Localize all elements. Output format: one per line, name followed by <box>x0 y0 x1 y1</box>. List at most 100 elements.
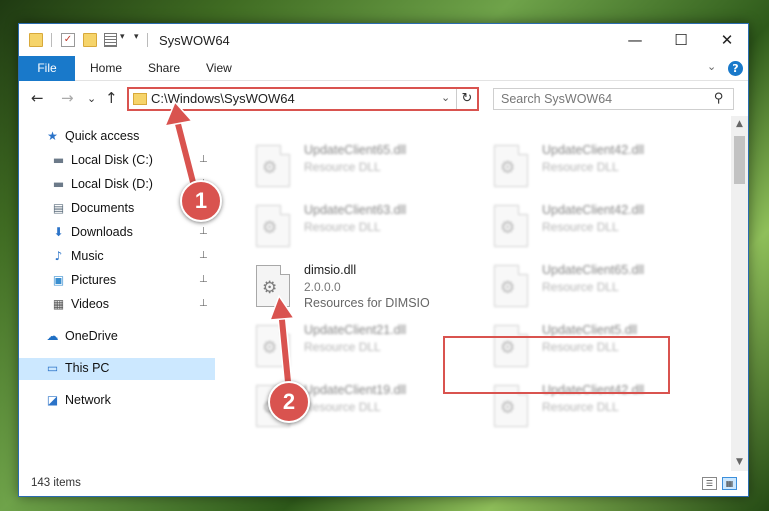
file-name: UpdateClient19.dll <box>304 383 407 397</box>
file-item[interactable]: ⚙ UpdateClient65.dll Resource DLL <box>482 260 712 316</box>
tab-share[interactable]: Share <box>148 56 180 81</box>
folder-icon <box>133 93 147 105</box>
tab-file[interactable]: File <box>19 56 75 81</box>
address-path[interactable]: C:\Windows\SysWOW64 <box>151 91 295 106</box>
sidebar-item-label: Local Disk (D:) <box>71 177 153 191</box>
sidebar-item[interactable]: ★ Quick access <box>19 126 215 148</box>
sidebar-item[interactable]: ▬ Local Disk (C:) ⊥ <box>19 150 215 172</box>
sidebar-item[interactable]: ☁ OneDrive <box>19 326 215 348</box>
title-divider <box>147 33 148 47</box>
file-item[interactable]: ⚙ UpdateClient63.dll Resource DLL <box>244 200 474 256</box>
file-description: Resources for DIMSIO <box>304 296 430 310</box>
file-name: UpdateClient42.dll <box>542 203 645 217</box>
step-1-badge: 1 <box>180 180 222 222</box>
recent-locations-button[interactable]: ⌄ <box>87 92 96 105</box>
search-placeholder: Search SysWOW64 <box>501 92 613 106</box>
up-button[interactable]: ↑ <box>105 89 118 107</box>
gear-icon: ⚙ <box>262 338 278 358</box>
download-icon: ⬇ <box>53 225 64 239</box>
highlight-box <box>443 336 670 394</box>
sidebar-item[interactable]: ▣ Pictures ⊥ <box>19 270 215 292</box>
refresh-button[interactable]: ↻ <box>456 89 477 109</box>
cloud-icon: ☁ <box>46 329 59 343</box>
tab-home[interactable]: Home <box>90 56 122 81</box>
computer-icon: ▭ <box>46 361 59 375</box>
address-bar[interactable]: C:\Windows\SysWOW64 ⌄ ↻ <box>127 87 479 111</box>
sidebar-item[interactable]: ♪ Music ⊥ <box>19 246 215 268</box>
tab-view[interactable]: View <box>206 56 232 81</box>
file-item[interactable]: ⚙ UpdateClient21.dll Resource DLL <box>244 320 474 376</box>
file-name: UpdateClient65.dll <box>304 143 407 157</box>
pin-icon[interactable]: ⊥ <box>199 226 208 237</box>
file-description: Resource DLL <box>304 220 381 234</box>
sidebar-item-label: This PC <box>65 361 110 375</box>
gear-icon: ⚙ <box>500 278 516 298</box>
sidebar-item[interactable]: ▭ This PC <box>19 358 215 380</box>
pin-icon[interactable]: ⊥ <box>199 250 208 261</box>
file-description: Resource DLL <box>542 160 619 174</box>
minimize-button[interactable]: — <box>612 24 658 56</box>
file-explorer-window: ✓ ▾ ▾ SysWOW64 — ☐ ✕ File Home Share Vie… <box>18 23 749 497</box>
gear-icon: ⚙ <box>500 218 516 238</box>
music-icon: ♪ <box>54 249 63 263</box>
search-icon[interactable]: ⚲ <box>714 91 724 106</box>
sidebar-item-label: Pictures <box>71 273 117 287</box>
step-2-badge: 2 <box>268 381 310 423</box>
drive-icon: ▬ <box>52 153 65 167</box>
scroll-up-icon[interactable]: ▲ <box>731 116 748 133</box>
back-button[interactable]: ← <box>31 89 44 107</box>
sidebar-item-label: Quick access <box>65 129 140 143</box>
network-icon: ◪ <box>46 393 59 407</box>
sidebar-item[interactable]: ◪ Network <box>19 390 215 412</box>
close-button[interactable]: ✕ <box>704 24 748 56</box>
dll-file-icon: ⚙ <box>256 265 290 307</box>
pin-icon[interactable]: ⊥ <box>199 154 208 165</box>
pictures-icon: ▣ <box>52 273 65 287</box>
file-description: Resource DLL <box>304 340 381 354</box>
file-description: Resource DLL <box>542 400 619 414</box>
properties-checkmark-icon[interactable]: ✓ <box>61 33 75 47</box>
forward-button[interactable]: → <box>61 89 74 107</box>
help-icon[interactable]: ? <box>728 61 743 76</box>
file-name: UpdateClient42.dll <box>542 143 645 157</box>
file-item[interactable]: ⚙ UpdateClient42.dll Resource DLL <box>482 200 712 256</box>
ribbon-tabs: File Home Share View ⌄ ? <box>19 56 748 81</box>
gear-icon: ⚙ <box>500 158 516 178</box>
scroll-down-icon[interactable]: ▼ <box>731 454 748 471</box>
dll-file-icon: ⚙ <box>494 265 528 307</box>
gear-icon: ⚙ <box>262 158 278 178</box>
pin-icon[interactable]: ⊥ <box>199 274 208 285</box>
video-icon: ▦ <box>52 297 65 311</box>
file-description: Resource DLL <box>542 220 619 234</box>
maximize-button[interactable]: ☐ <box>658 24 704 56</box>
tiles-view-icon[interactable]: ▦ <box>722 477 737 490</box>
sidebar-item[interactable]: ⬇ Downloads ⊥ <box>19 222 215 244</box>
new-folder-icon[interactable] <box>83 33 97 47</box>
drive-icon: ▬ <box>52 177 65 191</box>
dll-file-icon: ⚙ <box>256 205 290 247</box>
qa-dropdown-icon[interactable]: ▾ <box>120 32 125 42</box>
file-item-dimsio[interactable]: ⚙ dimsio.dll 2.0.0.0 Resources for DIMSIO <box>244 260 474 316</box>
sidebar-item[interactable]: ▦ Videos ⊥ <box>19 294 215 316</box>
toolbar-divider <box>51 33 52 47</box>
title-bar: ✓ ▾ ▾ SysWOW64 — ☐ ✕ <box>19 24 748 56</box>
navigation-pane: ★ Quick access ▬ Local Disk (C:) ⊥ ▬ Local Dis… <box>19 116 215 471</box>
pin-icon[interactable]: ⊥ <box>199 298 208 309</box>
sidebar-item-label: Local Disk (C:) <box>71 153 153 167</box>
address-dropdown-icon[interactable]: ⌄ <box>441 91 450 104</box>
rename-icon[interactable] <box>104 33 117 47</box>
file-item[interactable]: ⚙ UpdateClient42.dll Resource DLL <box>482 140 712 196</box>
status-bar: 143 items ☰ ▦ <box>19 471 748 496</box>
file-name: dimsio.dll <box>304 263 357 277</box>
scroll-thumb[interactable] <box>734 136 745 184</box>
file-item[interactable]: ⚙ UpdateClient65.dll Resource DLL <box>244 140 474 196</box>
sidebar-item-label: Downloads <box>71 225 133 239</box>
window-title: SysWOW64 <box>159 33 230 48</box>
search-input[interactable]: Search SysWOW64 ⚲ <box>493 88 734 110</box>
sidebar-item-label: Videos <box>71 297 109 311</box>
document-icon: ▤ <box>52 201 65 215</box>
details-view-icon[interactable]: ☰ <box>702 477 717 490</box>
expand-ribbon-icon[interactable]: ⌄ <box>707 60 716 73</box>
customize-toolbar-icon[interactable]: ▾ <box>134 32 139 42</box>
vertical-scrollbar[interactable]: ▲ ▼ <box>731 116 748 471</box>
